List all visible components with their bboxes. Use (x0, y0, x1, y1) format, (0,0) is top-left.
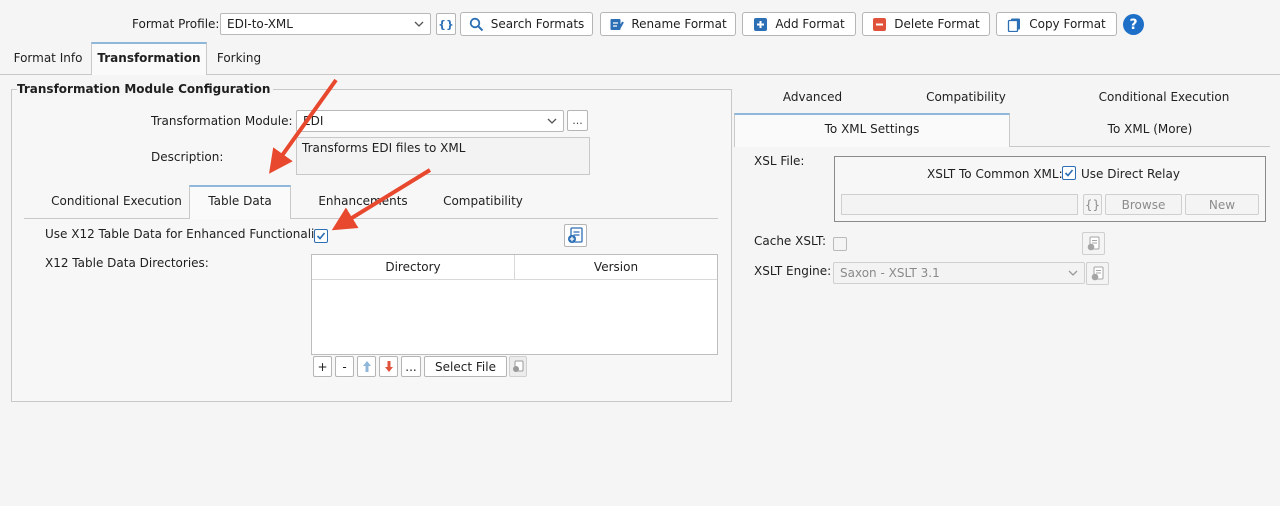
browse-button[interactable]: Browse (1105, 194, 1182, 215)
format-profile-value: EDI-to-XML (227, 17, 293, 31)
tab-transformation[interactable]: Transformation (91, 42, 207, 75)
tab-conditional-execution[interactable]: Conditional Execution (1090, 83, 1238, 111)
tab-forking[interactable]: Forking (209, 44, 269, 74)
delete-format-label: Delete Format (894, 17, 980, 31)
tab-advanced[interactable]: Advanced (760, 83, 865, 111)
chevron-down-icon (1068, 270, 1078, 276)
move-up-button[interactable] (357, 356, 376, 377)
help-icon[interactable]: ? (1123, 14, 1144, 35)
use-direct-relay-checkbox[interactable] (1062, 166, 1076, 180)
copy-format-label: Copy Format (1029, 17, 1106, 31)
table-data-config-button[interactable] (564, 224, 587, 247)
add-icon (753, 17, 768, 32)
use-x12-checkbox[interactable] (314, 229, 328, 243)
file-config-button[interactable] (509, 356, 527, 377)
add-format-label: Add Format (775, 17, 845, 31)
tab-to-xml-more[interactable]: To XML (More) (1080, 115, 1220, 145)
subtab-enhancements[interactable]: Enhancements (303, 187, 423, 218)
tab-to-xml-settings[interactable]: To XML Settings (734, 113, 1010, 147)
x12-directories-label: X12 Table Data Directories: (45, 256, 209, 270)
xslt-engine-select[interactable]: Saxon - XSLT 3.1 (833, 262, 1085, 284)
use-x12-label: Use X12 Table Data for Enhanced Function… (45, 227, 330, 241)
tab-compatibility[interactable]: Compatibility (910, 83, 1022, 111)
document-add-icon (1087, 236, 1100, 251)
document-add-icon (1091, 266, 1104, 281)
module-options-button[interactable]: ... (567, 110, 588, 131)
add-row-button[interactable]: + (313, 356, 332, 377)
add-format-button[interactable]: Add Format (742, 12, 856, 36)
remove-icon (872, 17, 887, 32)
use-direct-relay-label: Use Direct Relay (1081, 167, 1180, 181)
tab-format-info[interactable]: Format Info (8, 44, 88, 74)
description-field[interactable]: Transforms EDI files to XML (296, 137, 590, 175)
checkmark-icon (316, 232, 326, 240)
xsl-file-input[interactable] (841, 194, 1078, 215)
format-profile-select[interactable]: EDI-to-XML (220, 13, 431, 35)
remove-row-button[interactable]: - (335, 356, 354, 377)
transformation-module-label: Transformation Module: (151, 114, 293, 128)
document-add-icon (568, 227, 583, 243)
xsl-braces-button[interactable]: {} (1083, 194, 1102, 215)
arrow-up-icon (362, 361, 371, 372)
section-title: Transformation Module Configuration (17, 82, 274, 96)
transformation-module-select[interactable]: EDI (296, 110, 564, 132)
arrow-down-icon (384, 361, 393, 372)
subtab-table-data[interactable]: Table Data (189, 185, 291, 219)
xslt-engine-label: XSLT Engine: (754, 264, 832, 278)
copy-icon (1007, 17, 1022, 32)
sub-tabs-divider (24, 218, 718, 219)
column-header-directory[interactable]: Directory (312, 255, 515, 280)
engine-config-button[interactable] (1086, 262, 1109, 285)
move-down-button[interactable] (379, 356, 398, 377)
select-file-button[interactable]: Select File (424, 356, 507, 377)
rename-format-button[interactable]: Rename Format (600, 12, 736, 36)
cache-xslt-checkbox[interactable] (833, 237, 847, 251)
browse-directory-button[interactable]: ... (401, 356, 421, 377)
search-formats-button[interactable]: Search Formats (460, 12, 593, 36)
column-header-version[interactable]: Version (515, 255, 717, 280)
rename-format-label: Rename Format (631, 17, 727, 31)
rename-icon (609, 17, 625, 32)
document-add-icon (512, 360, 523, 372)
format-profile-label: Format Profile: (132, 17, 220, 31)
x12-directories-table[interactable]: Directory Version (311, 254, 718, 355)
description-label: Description: (151, 150, 224, 164)
checkmark-icon (1064, 169, 1074, 177)
chevron-down-icon (414, 21, 424, 27)
delete-format-button[interactable]: Delete Format (862, 12, 990, 36)
xslt-common-xml-label: XSLT To Common XML: (927, 167, 1063, 181)
transformation-module-value: EDI (303, 114, 324, 128)
copy-format-button[interactable]: Copy Format (996, 12, 1117, 36)
subtab-conditional-execution[interactable]: Conditional Execution (44, 187, 189, 218)
subtab-compatibility[interactable]: Compatibility (430, 187, 536, 218)
search-icon (469, 17, 484, 32)
expression-braces-button[interactable]: {} (436, 13, 456, 35)
chevron-down-icon (547, 118, 557, 124)
search-formats-label: Search Formats (490, 17, 585, 31)
xsl-file-label: XSL File: (754, 154, 805, 168)
cache-config-button[interactable] (1082, 232, 1105, 255)
cache-xslt-label: Cache XSLT: (754, 234, 827, 248)
xslt-engine-value: Saxon - XSLT 3.1 (840, 266, 940, 280)
new-button[interactable]: New (1185, 194, 1259, 215)
